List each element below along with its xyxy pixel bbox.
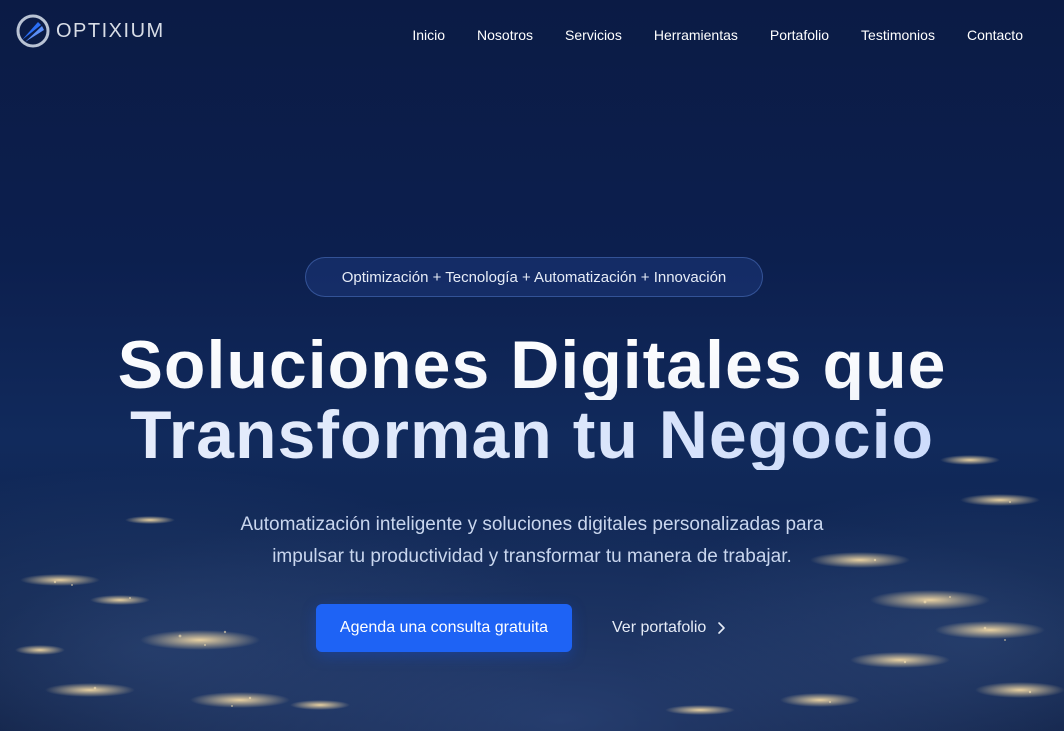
nav-item-servicios[interactable]: Servicios <box>565 25 622 45</box>
brand-logo[interactable]: OPTIXIUM <box>16 14 165 48</box>
nav-item-testimonios[interactable]: Testimonios <box>861 25 935 45</box>
nav-item-nosotros[interactable]: Nosotros <box>477 25 533 45</box>
landing-page: OPTIXIUM Inicio Nosotros Servicios Herra… <box>0 0 1064 731</box>
nav-item-herramientas[interactable]: Herramientas <box>654 25 738 45</box>
nav-item-inicio[interactable]: Inicio <box>412 25 445 45</box>
nav-item-contacto[interactable]: Contacto <box>967 25 1023 45</box>
view-portfolio-link[interactable]: Ver portafolio <box>612 614 726 642</box>
brand-name: OPTIXIUM <box>56 19 165 42</box>
hero-headline-line2: Transforman tu Negocio <box>0 400 1064 470</box>
hero-tagline-badge: Optimización + Tecnología + Automatizaci… <box>305 257 763 297</box>
optixium-logo-icon <box>16 14 50 48</box>
navbar: OPTIXIUM Inicio Nosotros Servicios Herra… <box>0 0 1064 70</box>
hero-headline-line1: Soluciones Digitales que <box>0 330 1064 400</box>
view-portfolio-label: Ver portafolio <box>612 619 707 636</box>
hero-subtitle-line2: impulsar tu productividad y transformar … <box>272 546 792 567</box>
hero-subtitle-line1: Automatización inteligente y soluciones … <box>240 514 824 535</box>
hero-headline: Soluciones Digitales que Transforman tu … <box>0 330 1064 470</box>
hero-subtitle: Automatización inteligente y soluciones … <box>0 509 1064 573</box>
chevron-right-icon <box>718 622 726 634</box>
nav-item-portafolio[interactable]: Portafolio <box>770 25 829 45</box>
schedule-consultation-button[interactable]: Agenda una consulta gratuita <box>316 604 572 652</box>
main-nav: Inicio Nosotros Servicios Herramientas P… <box>412 25 1023 45</box>
